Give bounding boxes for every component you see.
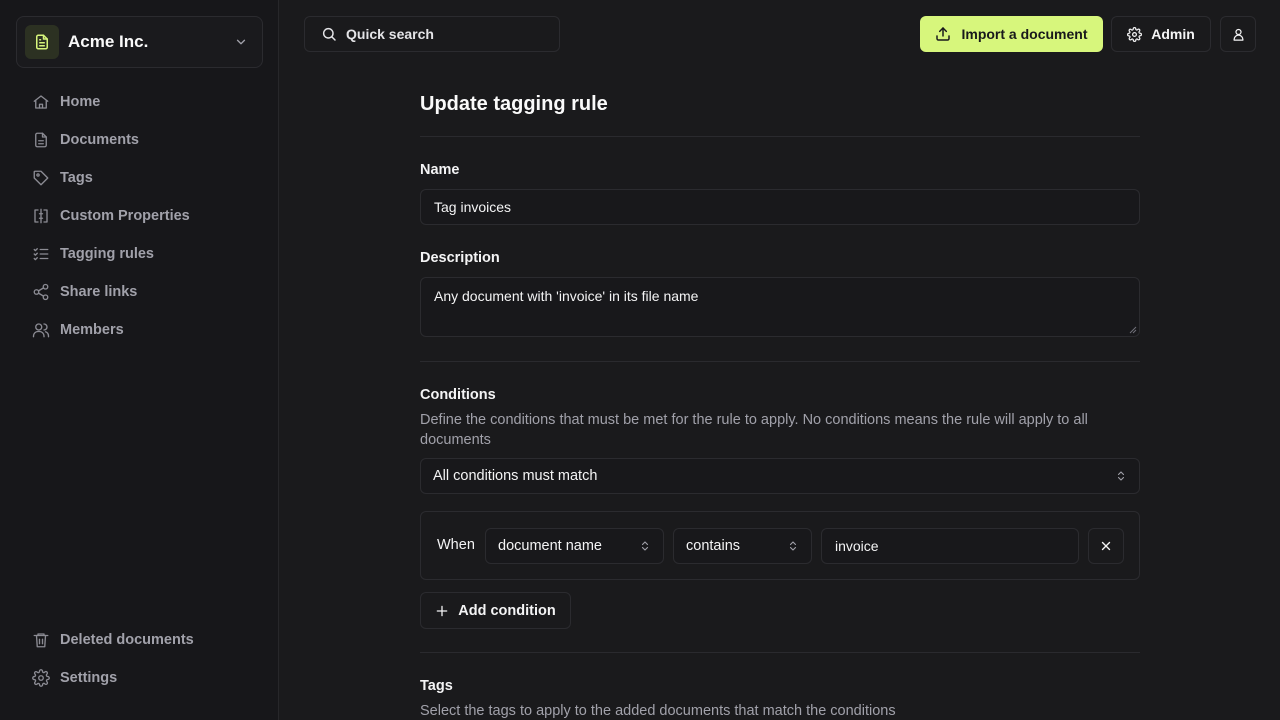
sidebar-item-label: Custom Properties [60, 208, 190, 224]
page-title: Update tagging rule [420, 93, 608, 115]
condition-row: When document name contains invoice [420, 511, 1140, 580]
admin-button[interactable]: Admin [1111, 16, 1211, 52]
chevron-down-icon [234, 35, 248, 49]
main-nav: Home Documents Tags Custom Properties Ta… [16, 83, 263, 349]
sidebar-item-settings[interactable]: Settings [16, 659, 263, 697]
name-input-value: Tag invoices [434, 199, 512, 215]
resize-handle-icon[interactable] [1129, 326, 1137, 334]
sidebar-item-deleted-documents[interactable]: Deleted documents [16, 621, 263, 659]
add-condition-button[interactable]: Add condition [420, 592, 571, 629]
name-input[interactable]: Tag invoices [420, 189, 1140, 225]
condition-operator-select[interactable]: contains [673, 528, 812, 564]
divider [420, 361, 1140, 362]
plus-icon [436, 605, 448, 616]
tags-help-text: Select the tags to apply to the added do… [420, 703, 896, 719]
file-text-icon [25, 25, 59, 59]
match-mode-select[interactable]: All conditions must match [420, 458, 1140, 494]
chevrons-up-down-icon [641, 541, 649, 551]
sidebar-item-share-links[interactable]: Share links [16, 273, 263, 311]
tags-label: Tags [420, 678, 453, 694]
users-icon [32, 323, 50, 338]
sidebar-item-members[interactable]: Members [16, 311, 263, 349]
org-name: Acme Inc. [68, 32, 149, 51]
search-icon [322, 27, 336, 41]
sidebar-item-label: Tags [60, 170, 93, 186]
condition-value-input[interactable]: invoice [821, 528, 1079, 564]
description-value: Any document with 'invoice' in its file … [434, 288, 699, 304]
condition-operator-value: contains [686, 538, 741, 554]
sidebar-item-label: Documents [60, 132, 139, 148]
home-icon [33, 95, 49, 109]
file-icon [35, 132, 47, 148]
sidebar-item-label: Home [60, 94, 101, 110]
trash-icon [33, 633, 49, 648]
quick-search-button[interactable]: Quick search [304, 16, 560, 52]
sidebar-item-documents[interactable]: Documents [16, 121, 263, 159]
divider [420, 136, 1140, 137]
description-textarea[interactable]: Any document with 'invoice' in its file … [420, 277, 1140, 337]
user-icon [1233, 28, 1243, 41]
add-condition-label: Add condition [458, 602, 556, 619]
divider [420, 652, 1140, 653]
list-check-icon [33, 248, 49, 261]
sidebar-item-custom-properties[interactable]: Custom Properties [16, 197, 263, 235]
name-label: Name [420, 162, 460, 178]
remove-condition-button[interactable] [1088, 528, 1124, 564]
settings-icon [1127, 26, 1143, 42]
condition-field-select[interactable]: document name [485, 528, 664, 564]
tag-icon [33, 170, 49, 186]
close-icon [1101, 541, 1111, 551]
chevrons-up-down-icon [789, 541, 797, 551]
admin-label: Admin [1151, 26, 1195, 42]
bottom-nav: Deleted documents Settings [16, 621, 263, 697]
sidebar: Acme Inc. Home Documents Tags Custom Pro… [0, 0, 279, 720]
when-label: When [437, 537, 475, 553]
sidebar-item-label: Tagging rules [60, 246, 154, 262]
match-mode-value: All conditions must match [433, 468, 598, 484]
condition-value: invoice [835, 538, 879, 554]
conditions-label: Conditions [420, 387, 496, 403]
sidebar-item-label: Deleted documents [60, 632, 194, 648]
conditions-help-text: Define the conditions that must be met f… [420, 412, 1088, 448]
sidebar-item-tagging-rules[interactable]: Tagging rules [16, 235, 263, 273]
sidebar-item-home[interactable]: Home [16, 83, 263, 121]
sidebar-item-label: Members [60, 322, 124, 338]
search-label: Quick search [346, 26, 434, 42]
org-switcher[interactable]: Acme Inc. [16, 16, 263, 68]
chevrons-up-down-icon [1117, 471, 1125, 481]
sidebar-item-tags[interactable]: Tags [16, 159, 263, 197]
description-label: Description [420, 250, 500, 266]
share-icon [33, 283, 49, 301]
sidebar-item-label: Share links [60, 284, 138, 300]
condition-field-value: document name [498, 538, 602, 554]
upload-icon [936, 27, 951, 41]
import-document-button[interactable]: Import a document [920, 16, 1103, 52]
properties-icon [34, 208, 48, 224]
gear-icon [32, 669, 50, 687]
user-menu-button[interactable] [1220, 16, 1256, 52]
sidebar-item-label: Settings [60, 670, 118, 686]
import-label: Import a document [961, 26, 1088, 42]
